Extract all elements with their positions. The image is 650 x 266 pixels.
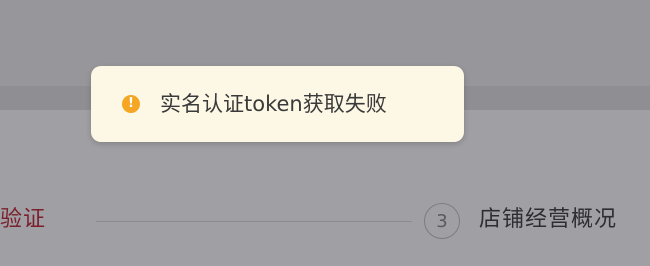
toast-message: 实名认证token获取失败 [160, 92, 387, 116]
step-label-verification: 验证 [0, 207, 47, 232]
warning-icon: ! [122, 95, 140, 113]
step-number-badge: 3 [424, 203, 460, 239]
step-connector-line [96, 221, 412, 222]
toast-notification: ! 实名认证token获取失败 [91, 66, 464, 142]
step-label-store-overview: 店铺经营概况 [479, 207, 618, 232]
